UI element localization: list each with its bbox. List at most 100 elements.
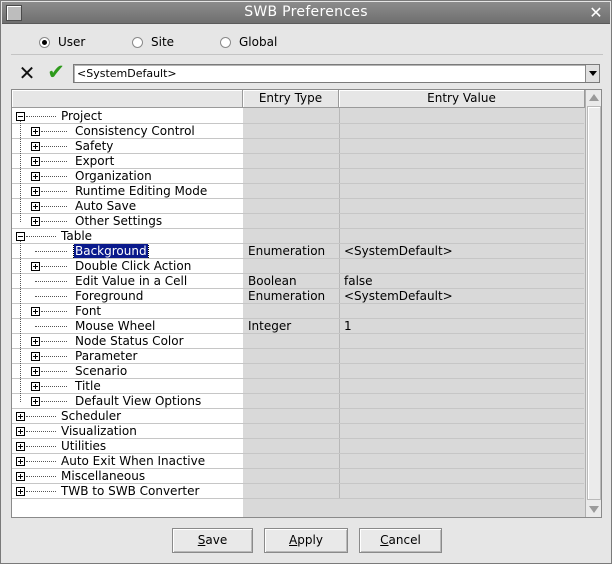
header-name[interactable] xyxy=(12,90,243,108)
tree-row[interactable]: Edit Value in a Cell Boolean false xyxy=(12,274,584,289)
tree-node-label[interactable]: Consistency Control xyxy=(74,124,196,139)
vertical-scrollbar[interactable] xyxy=(585,90,601,517)
check-icon[interactable]: ✔ xyxy=(45,61,67,83)
tree-node-label[interactable]: Table xyxy=(60,229,93,244)
x-icon[interactable]: ✕ xyxy=(17,63,37,83)
scroll-up-icon[interactable] xyxy=(589,94,599,101)
expand-icon[interactable] xyxy=(31,217,40,226)
tree-node-label[interactable]: Other Settings xyxy=(74,214,163,229)
tree-node-label[interactable]: Font xyxy=(74,304,102,319)
tree-node-label[interactable]: Scenario xyxy=(74,364,128,379)
expand-icon[interactable] xyxy=(16,457,25,466)
expand-icon[interactable] xyxy=(31,142,40,151)
save-button[interactable]: Save xyxy=(172,528,253,553)
scroll-down-icon[interactable] xyxy=(589,506,599,513)
tree-row[interactable]: Export xyxy=(12,154,584,169)
expand-icon[interactable] xyxy=(31,337,40,346)
tree-node-label[interactable]: Project xyxy=(60,109,103,124)
tree-node-label[interactable]: Title xyxy=(74,379,102,394)
collapse-icon[interactable] xyxy=(16,232,25,241)
title-bar[interactable]: SWB Preferences ✕ xyxy=(2,2,610,24)
tree-row[interactable]: Other Settings xyxy=(12,214,584,229)
tree-row[interactable]: Safety xyxy=(12,139,584,154)
tree-row[interactable]: Background Enumeration <SystemDefault> xyxy=(12,244,584,259)
chevron-down-icon[interactable] xyxy=(585,65,599,82)
tree-node-label[interactable]: Default View Options xyxy=(74,394,202,409)
tree-node-label[interactable]: Parameter xyxy=(74,349,138,364)
tree-node-label[interactable]: Edit Value in a Cell xyxy=(74,274,188,289)
expand-icon[interactable] xyxy=(31,352,40,361)
tree-row[interactable]: Default View Options xyxy=(12,394,584,409)
expand-icon[interactable] xyxy=(31,307,40,316)
scroll-thumb[interactable] xyxy=(587,106,601,500)
tree-node-label[interactable]: Auto Save xyxy=(74,199,137,214)
tree-row[interactable]: Node Status Color xyxy=(12,334,584,349)
radio-user[interactable]: User xyxy=(39,34,85,50)
value-combo[interactable]: <SystemDefault> xyxy=(73,64,600,83)
close-icon[interactable]: ✕ xyxy=(586,3,606,23)
tree-row[interactable]: Auto Save xyxy=(12,199,584,214)
cancel-button[interactable]: Cancel xyxy=(359,528,442,553)
radio-global-indicator[interactable] xyxy=(220,36,231,48)
tree-row[interactable]: Utilities xyxy=(12,439,584,454)
expand-icon[interactable] xyxy=(16,472,25,481)
tree-row[interactable]: Parameter xyxy=(12,349,584,364)
radio-user-indicator[interactable] xyxy=(39,36,50,48)
expand-icon[interactable] xyxy=(31,262,40,271)
entry-value-cell[interactable]: <SystemDefault> xyxy=(344,244,453,259)
entry-value-cell[interactable]: <SystemDefault> xyxy=(344,289,453,304)
tree-row[interactable]: Scheduler xyxy=(12,409,584,424)
radio-site-indicator[interactable] xyxy=(132,36,143,48)
tree-row[interactable]: Organization xyxy=(12,169,584,184)
collapse-icon[interactable] xyxy=(16,112,25,121)
tree-node-label[interactable]: Safety xyxy=(74,139,114,154)
expand-icon[interactable] xyxy=(16,487,25,496)
entry-value-cell[interactable]: 1 xyxy=(344,319,352,334)
expand-icon[interactable] xyxy=(31,157,40,166)
expand-icon[interactable] xyxy=(31,202,40,211)
expand-icon[interactable] xyxy=(31,172,40,181)
expand-icon[interactable] xyxy=(16,412,25,421)
tree-node-label[interactable]: Double Click Action xyxy=(74,259,192,274)
header-entry-value[interactable]: Entry Value xyxy=(339,90,585,108)
expand-icon[interactable] xyxy=(31,367,40,376)
tree-node-label[interactable]: Foreground xyxy=(74,289,144,304)
tree-node-label[interactable]: Export xyxy=(74,154,115,169)
tree-row[interactable]: Double Click Action xyxy=(12,259,584,274)
tree-row[interactable]: Project xyxy=(12,109,584,124)
tree-node-label[interactable]: Background xyxy=(73,244,149,259)
tree-row[interactable]: Auto Exit When Inactive xyxy=(12,454,584,469)
expand-icon[interactable] xyxy=(31,187,40,196)
tree-node-label[interactable]: Utilities xyxy=(60,439,107,454)
tree-row[interactable]: Title xyxy=(12,379,584,394)
tree-row[interactable]: Scenario xyxy=(12,364,584,379)
tree-node-label[interactable]: Organization xyxy=(74,169,153,184)
expand-icon[interactable] xyxy=(16,427,25,436)
tree-node-label[interactable]: Runtime Editing Mode xyxy=(74,184,208,199)
radio-global[interactable]: Global xyxy=(220,34,277,50)
apply-button[interactable]: Apply xyxy=(264,528,348,553)
tree-row[interactable]: Foreground Enumeration <SystemDefault> xyxy=(12,289,584,304)
tree-node-label[interactable]: Mouse Wheel xyxy=(74,319,156,334)
tree-row[interactable]: Mouse Wheel Integer 1 xyxy=(12,319,584,334)
entry-value-cell[interactable]: false xyxy=(344,274,373,289)
expand-icon[interactable] xyxy=(31,397,40,406)
radio-site[interactable]: Site xyxy=(132,34,174,50)
tree-node-label[interactable]: TWB to SWB Converter xyxy=(60,484,200,499)
tree-row[interactable]: TWB to SWB Converter xyxy=(12,484,584,499)
tree-row[interactable]: Visualization xyxy=(12,424,584,439)
tree-node-label[interactable]: Scheduler xyxy=(60,409,122,424)
tree-row[interactable]: Font xyxy=(12,304,584,319)
tree-row[interactable]: Consistency Control xyxy=(12,124,584,139)
tree-row[interactable]: Table xyxy=(12,229,584,244)
tree-row[interactable]: Miscellaneous xyxy=(12,469,584,484)
tree-node-label[interactable]: Visualization xyxy=(60,424,138,439)
tree-row[interactable]: Runtime Editing Mode xyxy=(12,184,584,199)
header-entry-type[interactable]: Entry Type xyxy=(243,90,339,108)
tree-node-label[interactable]: Auto Exit When Inactive xyxy=(60,454,206,469)
expand-icon[interactable] xyxy=(31,127,40,136)
expand-icon[interactable] xyxy=(31,382,40,391)
tree-node-label[interactable]: Node Status Color xyxy=(74,334,185,349)
tree-node-label[interactable]: Miscellaneous xyxy=(60,469,146,484)
expand-icon[interactable] xyxy=(16,442,25,451)
